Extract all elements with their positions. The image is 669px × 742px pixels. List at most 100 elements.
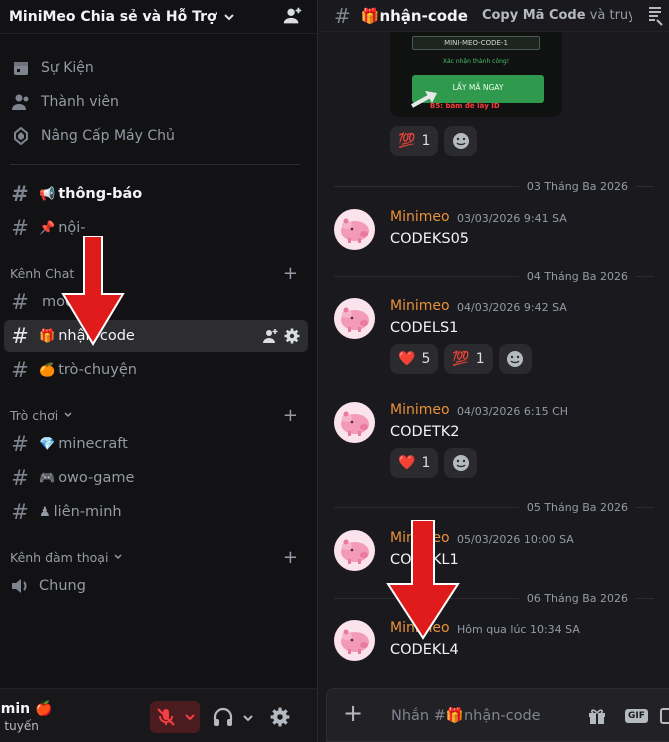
date-label: 05 Tháng Ba 2026 — [526, 500, 628, 514]
channel-label: thông-báo — [58, 186, 143, 202]
message[interactable]: Minimeo 04/03/2026 9:42 SA CODELS1 — [334, 298, 664, 344]
chevron-down-icon[interactable] — [242, 712, 254, 724]
headphones-icon[interactable] — [212, 706, 234, 728]
channel-sidebar: MiniMeo Chia sẻ và Hỗ Trợ Sự Kiện Thành … — [0, 0, 317, 742]
sidebar-divider — [10, 164, 300, 165]
channel-label: trò-chuyện — [58, 362, 137, 378]
message-author[interactable]: Minimeo — [390, 620, 450, 636]
channel-nhan-code[interactable]: # 🎁 nhận-code — [4, 320, 308, 352]
channel-lien-minh[interactable]: # ♟ liên-minh — [4, 496, 308, 528]
invite-user-icon[interactable] — [281, 5, 303, 27]
chevron-down-icon[interactable] — [184, 711, 196, 723]
reaction-bar: ❤️ 1 — [390, 448, 478, 478]
avatar[interactable] — [334, 530, 375, 571]
server-name: MiniMeo Chia sẻ và Hỗ Trợ — [9, 8, 217, 25]
reaction-100[interactable]: 💯 1 — [444, 344, 493, 374]
message[interactable]: Minimeo 04/03/2026 6:15 CH CODETK2 — [334, 402, 664, 448]
placeholder-prefix: Nhắn # — [391, 708, 446, 724]
composer-placeholder[interactable]: Nhắn #🎁nhận-code — [391, 707, 541, 724]
channel-header: # 🎁nhận-code Copy Mã Code và truy ... — [318, 0, 669, 32]
mic-muted-icon — [157, 708, 175, 726]
add-reaction-button[interactable] — [498, 344, 532, 374]
hash-icon: # — [11, 357, 29, 382]
add-channel-icon[interactable]: + — [283, 547, 298, 568]
gift-icon[interactable] — [587, 706, 607, 726]
channel-tro-chuyen[interactable]: # 🍊 trò-chuyện — [4, 354, 308, 386]
category-label: Trò chơi — [10, 407, 59, 423]
category-chat[interactable]: Kênh Chat + — [10, 263, 306, 284]
reaction-100[interactable]: 💯 1 — [390, 126, 439, 156]
message-timestamp: 04/03/2026 6:15 CH — [457, 405, 569, 418]
category-voice[interactable]: Kênh đàm thoại + — [10, 547, 306, 568]
nav-events-label: Sự Kiện — [41, 60, 94, 76]
invite-icon[interactable] — [262, 328, 278, 344]
message-composer[interactable]: + Nhắn #🎁nhận-code GIF — [326, 688, 669, 742]
channel-minecraft[interactable]: # 💎 minecraft — [4, 428, 308, 460]
channel-actions — [262, 328, 300, 344]
calendar-icon — [10, 57, 32, 79]
hash-icon: # — [11, 499, 29, 524]
server-header[interactable]: MiniMeo Chia sẻ và Hỗ Trợ — [0, 0, 317, 34]
nav-members[interactable]: Thành viên — [8, 87, 300, 117]
message-author[interactable]: Minimeo — [390, 530, 450, 546]
attachment-image[interactable]: MINI-MEO-CODE-1 Xác nhận thành công! LẤY… — [390, 32, 562, 117]
reaction-emoji: 💯 — [452, 351, 470, 367]
pig-avatar-icon — [341, 411, 369, 436]
category-label: Kênh Chat — [10, 265, 75, 281]
nav-events[interactable]: Sự Kiện — [8, 53, 300, 83]
message[interactable]: Minimeo Hôm qua lúc 10:34 SA CODEKL4 — [334, 620, 664, 666]
gif-button[interactable]: GIF — [625, 709, 648, 723]
image-confirm-text: Xác nhận thành công! — [442, 58, 510, 65]
sticker-icon[interactable] — [660, 708, 669, 724]
avatar[interactable] — [334, 298, 375, 339]
chat-pane: # 🎁nhận-code Copy Mã Code và truy ... MI… — [317, 0, 669, 742]
message-author[interactable]: Minimeo — [390, 298, 450, 314]
reaction-count: 1 — [421, 455, 431, 471]
channel-title-emoji: 🎁 — [360, 6, 380, 25]
message[interactable]: Minimeo 03/03/2026 9:41 SA CODEKS05 — [334, 209, 664, 255]
hash-icon: # — [11, 215, 29, 240]
nav-boost-label: Nâng Cấp Máy Chủ — [41, 128, 175, 144]
avatar[interactable] — [334, 209, 375, 250]
channel-label: Chung — [39, 578, 86, 594]
pig-avatar-icon — [341, 629, 369, 654]
add-reaction-button[interactable] — [444, 126, 478, 156]
message-text: CODEKL4 — [390, 642, 459, 658]
gear-icon[interactable] — [284, 328, 300, 344]
add-channel-icon[interactable]: + — [283, 263, 298, 284]
add-reaction-button[interactable] — [444, 448, 478, 478]
message-text: CODELS1 — [390, 320, 459, 336]
threads-icon[interactable] — [646, 6, 664, 26]
reaction-emoji: 💯 — [398, 133, 416, 149]
reaction-heart[interactable]: ❤️ 5 — [390, 344, 439, 374]
nav-boost[interactable]: Nâng Cấp Máy Chủ — [8, 121, 300, 151]
reaction-bar: ❤️ 5 💯 1 — [390, 344, 532, 374]
voice-channel-chung[interactable]: Chung — [4, 570, 308, 602]
channel-mod[interactable]: # mod — [4, 286, 308, 318]
message-author[interactable]: Minimeo — [390, 209, 450, 225]
topic-bold: Copy Mã Code — [481, 8, 586, 23]
hash-lock-icon: # — [11, 289, 29, 314]
user-name[interactable]: lmin 🍎 — [0, 701, 52, 717]
category-games[interactable]: Trò chơi + — [10, 405, 306, 426]
channel-thong-bao[interactable]: # 📢 thông-báo — [4, 178, 308, 210]
members-icon — [10, 91, 32, 113]
message[interactable]: Minimeo 05/03/2026 10:00 SA CODEKL1 — [334, 530, 664, 576]
channel-noi-quy[interactable]: # 📌 nội- — [4, 212, 308, 244]
mute-button[interactable] — [150, 701, 200, 733]
reaction-heart[interactable]: ❤️ 1 — [390, 448, 439, 478]
date-label: 06 Tháng Ba 2026 — [526, 591, 628, 605]
message-text: CODEKS05 — [390, 231, 470, 247]
upload-plus-icon[interactable]: + — [343, 701, 363, 725]
avatar[interactable] — [334, 620, 375, 661]
message-text: CODETK2 — [390, 424, 460, 440]
add-channel-icon[interactable]: + — [283, 405, 298, 426]
channel-topic[interactable]: Copy Mã Code và truy ... — [482, 8, 632, 23]
settings-gear-icon[interactable] — [270, 707, 290, 727]
channel-owo-game[interactable]: # 🎮 owo-game — [4, 462, 308, 494]
message-timestamp: 05/03/2026 10:00 SA — [457, 533, 574, 546]
message-author[interactable]: Minimeo — [390, 402, 450, 418]
avatar[interactable] — [334, 402, 375, 443]
channel-label: nhận-code — [58, 328, 135, 344]
reaction-bar: 💯 1 — [390, 126, 478, 156]
